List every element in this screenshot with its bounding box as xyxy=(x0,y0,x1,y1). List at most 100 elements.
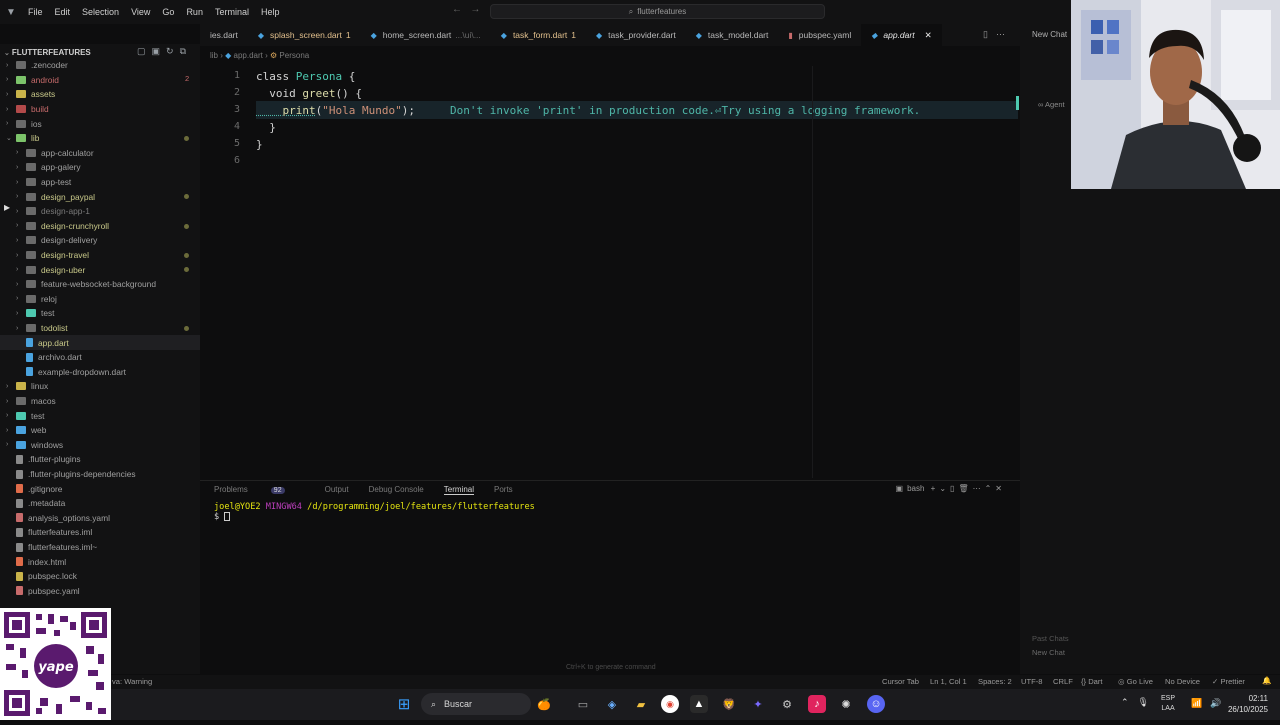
tab-output[interactable]: Output xyxy=(325,485,349,495)
trash-icon[interactable]: 🗑 xyxy=(958,484,972,493)
split-editor-icon[interactable]: ▯ xyxy=(983,29,996,39)
close-icon[interactable]: ✕ xyxy=(995,484,1006,493)
clock[interactable]: 02:11 26/10/2025 xyxy=(1228,693,1268,715)
nav-arrows[interactable]: ← → xyxy=(452,4,480,15)
status-warning[interactable]: va: Warning xyxy=(112,677,152,686)
status-position[interactable]: Ln 1, Col 1 xyxy=(930,677,967,686)
tree-item[interactable]: › linux xyxy=(0,379,200,394)
status-spaces[interactable]: Spaces: 2 xyxy=(978,677,1012,686)
tree-item[interactable]: flutterfeatures.iml xyxy=(0,525,200,540)
new-chat-title[interactable]: New Chat xyxy=(1032,30,1067,39)
status-encoding[interactable]: UTF-8 xyxy=(1021,677,1043,686)
menu-go[interactable]: Go xyxy=(156,7,180,17)
tree-item[interactable]: example-dropdown.dart xyxy=(0,365,200,380)
tree-item[interactable]: › windows xyxy=(0,438,200,453)
chevron-up-icon[interactable]: ⌃ xyxy=(1121,697,1138,707)
new-folder-icon[interactable]: ▣ xyxy=(152,46,167,56)
tab-problems[interactable]: Problems 92 xyxy=(214,485,305,495)
status-cursor-tab[interactable]: Cursor Tab xyxy=(882,677,919,686)
editor-tab[interactable]: ▮ pubspec.yaml xyxy=(778,24,861,46)
breadcrumb-symbol[interactable]: Persona xyxy=(279,51,309,60)
menu-edit[interactable]: Edit xyxy=(49,7,77,17)
tree-item[interactable]: › design-travel xyxy=(0,248,200,263)
chatgpt-icon[interactable]: ✺ xyxy=(837,695,855,713)
new-file-icon[interactable]: ▢ xyxy=(137,46,152,56)
tree-item[interactable]: .gitignore xyxy=(0,481,200,496)
explorer-header[interactable]: ⌄ FLUTTERFEATURES xyxy=(4,48,91,57)
tree-item[interactable]: app.dart xyxy=(0,335,200,350)
tray-icons[interactable]: 📶🔊 xyxy=(1191,698,1229,709)
tree-item[interactable]: .flutter-plugins xyxy=(0,452,200,467)
taskbar-search[interactable]: ⌕ Buscar xyxy=(421,693,531,715)
copilot-icon[interactable]: ◈ xyxy=(603,695,621,713)
more-icon[interactable]: ⋯ xyxy=(973,484,985,493)
code-editor[interactable]: 1 2 3 4 5 6 class Persona { void greet()… xyxy=(200,66,1020,478)
tree-item[interactable]: .flutter-plugins-dependencies xyxy=(0,467,200,482)
tree-item[interactable]: › design-delivery xyxy=(0,233,200,248)
settings-icon[interactable]: ⚙ xyxy=(778,695,796,713)
shell-label[interactable]: bash xyxy=(907,484,924,493)
breadcrumb-file[interactable]: app.dart xyxy=(234,51,263,60)
command-center-search[interactable]: ⌕ flutterfeatures xyxy=(490,4,825,19)
menu-terminal[interactable]: Terminal xyxy=(209,7,255,17)
tree-item[interactable]: flutterfeatures.iml~ xyxy=(0,540,200,555)
bell-icon[interactable]: 🔔 xyxy=(1262,676,1271,685)
tab-debug-console[interactable]: Debug Console xyxy=(369,485,424,495)
tree-item[interactable]: .metadata xyxy=(0,496,200,511)
past-chats-label[interactable]: Past Chats xyxy=(1032,634,1069,643)
tree-item[interactable]: › macos xyxy=(0,394,200,409)
tree-item[interactable]: ⌄ lib xyxy=(0,131,200,146)
menu-view[interactable]: View xyxy=(125,7,156,17)
wifi-icon[interactable]: 📶 xyxy=(1191,698,1210,708)
editor-actions[interactable]: ▯⋯ xyxy=(983,29,1013,40)
status-golive[interactable]: ◎ Go Live xyxy=(1118,677,1153,686)
windows-start-icon[interactable]: ⊞ xyxy=(395,695,413,713)
language-indicator[interactable]: ESP LAA xyxy=(1161,694,1175,714)
menu-help[interactable]: Help xyxy=(255,7,286,17)
chrome-icon[interactable]: ◉ xyxy=(661,695,679,713)
tree-item[interactable]: › build xyxy=(0,102,200,117)
brave-icon[interactable]: 🦁 xyxy=(720,695,738,713)
refresh-icon[interactable]: ↻ xyxy=(166,46,180,56)
editor-tab[interactable]: ◆ home_screen.dart ...\ui\... xyxy=(361,24,491,46)
panel-actions[interactable]: ▣bash +⌄▯🗑⋯⌃✕ xyxy=(896,484,1007,493)
editor-tab[interactable]: ◆ task_form.dart 1 xyxy=(491,24,586,46)
tree-item[interactable]: › app-test xyxy=(0,175,200,190)
terminal-output[interactable]: joel@YOE2 MINGW64 /d/programming/joel/fe… xyxy=(214,502,535,522)
status-eol[interactable]: CRLF xyxy=(1053,677,1073,686)
app-icon[interactable]: ✦ xyxy=(749,695,767,713)
volume-icon[interactable]: 🔊 xyxy=(1210,698,1229,708)
editor-tab[interactable]: ◆ task_provider.dart xyxy=(586,24,686,46)
menu-file[interactable]: File xyxy=(22,7,49,17)
close-tab-icon[interactable]: ✕ xyxy=(925,30,932,41)
tab-ports[interactable]: Ports xyxy=(494,485,513,495)
status-prettier[interactable]: ✓ Prettier xyxy=(1212,677,1245,686)
tree-item[interactable]: › test xyxy=(0,306,200,321)
editor-tab[interactable]: ies.dart xyxy=(200,24,248,46)
tree-item[interactable]: › app-calculator xyxy=(0,146,200,161)
system-tray[interactable]: ⌃🎙 xyxy=(1121,697,1158,708)
tree-item[interactable]: › android 2 xyxy=(0,73,200,88)
discord-icon[interactable]: ☺ xyxy=(867,695,885,713)
tree-item[interactable]: › todolist xyxy=(0,321,200,336)
maximize-icon[interactable]: ⌃ xyxy=(985,484,996,493)
menu-selection[interactable]: Selection xyxy=(76,7,125,17)
tree-item[interactable]: › web xyxy=(0,423,200,438)
tree-item[interactable]: › design-crunchyroll xyxy=(0,219,200,234)
tree-item[interactable]: index.html xyxy=(0,554,200,569)
tree-item[interactable]: analysis_options.yaml xyxy=(0,511,200,526)
menu-run[interactable]: Run xyxy=(180,7,209,17)
file-explorer-icon[interactable]: ▰ xyxy=(632,695,650,713)
tree-item[interactable]: › design-uber xyxy=(0,262,200,277)
editor-tab[interactable]: ◆ splash_screen.dart 1 xyxy=(248,24,361,46)
cursor-app-icon[interactable]: ▲ xyxy=(690,695,708,713)
explorer-actions[interactable]: ▢▣↻⧉ xyxy=(137,46,192,57)
back-arrow-icon[interactable]: ← xyxy=(452,4,462,15)
tree-item[interactable]: pubspec.yaml xyxy=(0,584,200,599)
tree-item[interactable]: › test xyxy=(0,408,200,423)
tree-item[interactable]: › assets xyxy=(0,87,200,102)
agent-mode-label[interactable]: ∞ Agent xyxy=(1038,100,1065,109)
new-chat-item[interactable]: New Chat xyxy=(1032,648,1065,657)
tab-terminal[interactable]: Terminal xyxy=(443,485,474,495)
collapse-all-icon[interactable]: ⧉ xyxy=(180,46,192,56)
